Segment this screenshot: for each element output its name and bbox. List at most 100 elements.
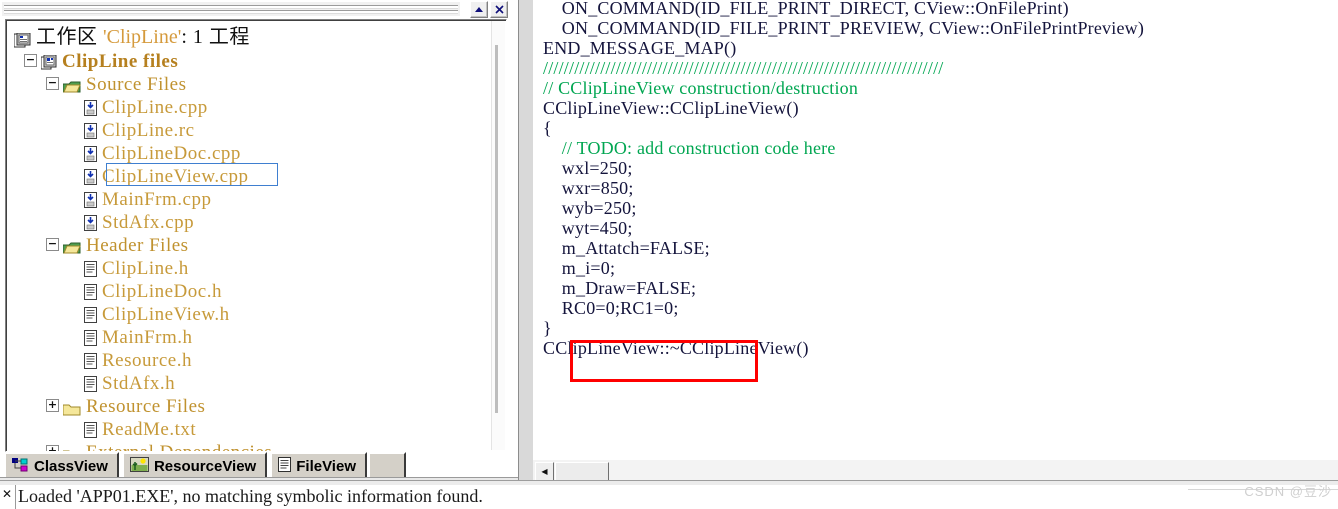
code-line: m_Attatch=FALSE; xyxy=(543,238,710,258)
tree-vertical-scrollbar[interactable] xyxy=(491,21,505,450)
tree-folder-item[interactable]: − Header Files xyxy=(6,234,491,257)
folder-open-icon xyxy=(62,238,81,254)
header-file-icon xyxy=(84,306,97,323)
workspace-tree-frame: 工作区 'ClipLine': 1 工程 − ClipLine files − Sour… xyxy=(5,19,507,452)
panel-drag-gripper[interactable] xyxy=(2,2,460,16)
code-line: // TODO: add construction code here xyxy=(543,138,836,158)
text-file-icon xyxy=(84,421,97,438)
code-text: ON_COMMAND(ID_FILE_PRINT_DIRECT, CView::… xyxy=(543,0,1338,358)
tree-item-project[interactable]: − ClipLine files xyxy=(6,50,491,73)
output-close-button[interactable]: ✕ xyxy=(1,487,13,507)
expander-plus-icon[interactable]: + xyxy=(46,445,59,451)
tree-file-item[interactable]: Resource.h xyxy=(6,349,491,372)
code-line: m_i=0; xyxy=(543,258,616,278)
close-button[interactable] xyxy=(490,1,508,18)
watermark-rule xyxy=(1188,489,1338,490)
code-line: wyt=450; xyxy=(543,218,633,238)
editor-horizontal-scrollbar[interactable]: ◀ xyxy=(533,459,1338,481)
workspace-panel: 工作区 'ClipLine': 1 工程 − ClipLine files − Sour… xyxy=(0,0,518,487)
expander-minus-icon[interactable]: − xyxy=(46,238,59,252)
triangle-up-icon xyxy=(475,7,483,12)
code-line: ////////////////////////////////////////… xyxy=(543,58,944,78)
tree-file-item[interactable]: ClipLine.rc xyxy=(6,119,491,142)
scrollbar-thumb[interactable] xyxy=(495,45,498,413)
code-line: CClipLineView::~CClipLineView() xyxy=(543,338,809,358)
workspace-root-label: 工作区 xyxy=(36,26,103,48)
tab-label: FileView xyxy=(296,458,356,475)
code-line: // CClipLineView construction/destructio… xyxy=(543,78,859,98)
header-file-icon xyxy=(84,375,97,392)
code-editor[interactable]: ON_COMMAND(ID_FILE_PRINT_DIRECT, CView::… xyxy=(533,0,1338,459)
workspace-project-count: : 1 工程 xyxy=(181,26,250,48)
hscrollbar-thumb[interactable] xyxy=(555,462,609,481)
close-icon xyxy=(494,5,504,14)
tree-item-label: ClipLineDoc.cpp xyxy=(102,143,241,164)
tree-item-label: Source Files xyxy=(86,74,187,95)
tree-file-item[interactable]: ClipLineDoc.cpp xyxy=(6,142,491,165)
tree-file-item[interactable]: ClipLine.h xyxy=(6,257,491,280)
tree-root-workspace[interactable]: 工作区 'ClipLine': 1 工程 xyxy=(6,24,491,50)
tree-item-label: StdAfx.cpp xyxy=(102,212,195,233)
tree-file-item[interactable]: ClipLineDoc.h xyxy=(6,280,491,303)
fileview-icon xyxy=(278,457,292,476)
tree-folder-item[interactable]: − Source Files xyxy=(6,73,491,96)
cpp-file-icon xyxy=(84,191,97,208)
tab-label: ResourceView xyxy=(153,458,257,475)
resourceview-icon xyxy=(129,457,149,476)
tree-item-label: MainFrm.cpp xyxy=(102,189,212,210)
tree-item-label: External Dependencies xyxy=(86,442,272,451)
view-tab-strip[interactable]: ClassView ResourceView FileView xyxy=(4,452,406,481)
tree-item-label: ClipLineView.h xyxy=(102,304,230,325)
tree-item-label: ClipLine.rc xyxy=(102,120,195,141)
tree-folder-item[interactable]: + Resource Files xyxy=(6,395,491,418)
output-pane: ✕ Loaded 'APP01.EXE', no matching symbol… xyxy=(0,480,1338,509)
code-line: ON_COMMAND(ID_FILE_PRINT_PREVIEW, CView:… xyxy=(543,18,1145,38)
output-message: Loaded 'APP01.EXE', no matching symbolic… xyxy=(18,486,483,506)
tree-item-label: MainFrm.h xyxy=(102,327,193,348)
tree-item-label: ClipLine.cpp xyxy=(102,97,208,118)
code-line: CClipLineView::CClipLineView() xyxy=(543,98,799,118)
cpp-file-icon xyxy=(84,168,97,185)
workspace-tree[interactable]: 工作区 'ClipLine': 1 工程 − ClipLine files − Sour… xyxy=(6,20,491,451)
project-icon xyxy=(40,53,57,70)
tree-folder-item[interactable]: + External Dependencies xyxy=(6,441,491,451)
vc6-ide-window: 工作区 'ClipLine': 1 工程 − ClipLine files − Sour… xyxy=(0,0,1338,509)
folder-closed-icon xyxy=(62,399,81,416)
tree-file-item[interactable]: MainFrm.cpp xyxy=(6,188,491,211)
code-line: wyb=250; xyxy=(543,198,637,218)
tree-file-item[interactable]: StdAfx.cpp xyxy=(6,211,491,234)
code-line: { xyxy=(543,118,552,138)
workspace-icon xyxy=(13,29,31,48)
tree-item-label: ClipLine.h xyxy=(102,258,189,279)
expander-plus-icon[interactable]: + xyxy=(46,399,59,413)
expander-minus-icon[interactable]: − xyxy=(24,54,37,68)
workspace-name: 'ClipLine' xyxy=(103,26,182,48)
minimize-button[interactable] xyxy=(470,1,488,18)
cpp-file-icon xyxy=(84,214,97,231)
project-label: ClipLine files xyxy=(62,51,179,72)
tree-file-item[interactable]: ReadMe.txt xyxy=(6,418,491,441)
tree-item-label: Header Files xyxy=(86,235,189,256)
tree-file-item[interactable]: ClipLine.cpp xyxy=(6,96,491,119)
tree-item-label: Resource.h xyxy=(102,350,192,371)
tab-label: ClassView xyxy=(34,458,108,475)
tree-item-label: ReadMe.txt xyxy=(102,419,197,440)
tree-item-label: StdAfx.h xyxy=(102,373,176,394)
header-file-icon xyxy=(84,283,97,300)
header-file-icon xyxy=(84,329,97,346)
tree-file-item[interactable]: StdAfx.h xyxy=(6,372,491,395)
code-line: ON_COMMAND(ID_FILE_PRINT_DIRECT, CView::… xyxy=(543,0,1069,18)
tree-file-item[interactable]: MainFrm.h xyxy=(6,326,491,349)
panel-splitter[interactable] xyxy=(518,0,534,487)
code-line: } xyxy=(543,318,552,338)
tree-item-label: ClipLineView.cpp xyxy=(102,166,249,187)
scroll-left-arrow-icon[interactable]: ◀ xyxy=(535,462,554,481)
tree-file-item[interactable]: ClipLineView.h xyxy=(6,303,491,326)
expander-minus-icon[interactable]: − xyxy=(46,77,59,91)
classview-icon xyxy=(12,457,29,476)
code-line: wxl=250; xyxy=(543,158,633,178)
tree-file-item[interactable]: ClipLineView.cpp xyxy=(6,165,491,188)
tree-item-label: ClipLineDoc.h xyxy=(102,281,222,302)
cpp-file-icon xyxy=(84,99,97,116)
code-line: m_Draw=FALSE; xyxy=(543,278,697,298)
